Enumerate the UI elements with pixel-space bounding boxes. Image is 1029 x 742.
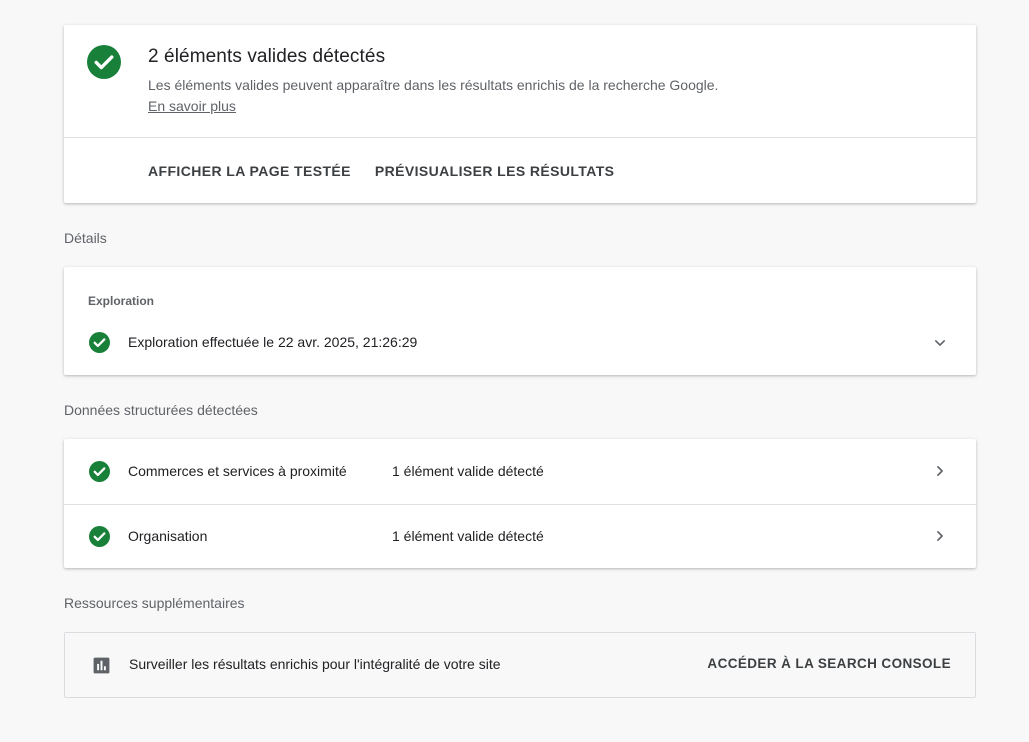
section-label-structured-data: Données structurées détectées	[64, 402, 258, 418]
view-tested-page-button[interactable]: AFFICHER LA PAGE TESTÉE	[148, 163, 351, 179]
structured-data-name: Commerces et services à proximité	[128, 463, 347, 479]
summary-card: 2 éléments valides détectés Les éléments…	[64, 25, 976, 203]
chevron-down-icon[interactable]	[930, 333, 950, 353]
summary-description: Les éléments valides peuvent apparaître …	[148, 75, 728, 116]
structured-data-status: 1 élément valide détecté	[392, 528, 544, 544]
check-circle-icon	[89, 526, 110, 547]
chevron-right-icon[interactable]	[930, 526, 950, 546]
check-circle-icon	[89, 332, 110, 353]
learn-more-link[interactable]: En savoir plus	[148, 98, 236, 114]
resources-card: Surveiller les résultats enrichis pour l…	[64, 632, 976, 698]
resources-text: Surveiller les résultats enrichis pour l…	[129, 656, 501, 672]
search-console-link[interactable]: ACCÉDER À LA SEARCH CONSOLE	[707, 656, 951, 671]
exploration-label: Exploration	[88, 294, 155, 308]
summary-description-text: Les éléments valides peuvent apparaître …	[148, 77, 719, 93]
structured-data-row[interactable]: Commerces et services à proximité 1 élém…	[64, 439, 976, 503]
structured-data-name: Organisation	[128, 528, 208, 544]
summary-title: 2 éléments valides détectés	[148, 46, 386, 67]
chevron-right-icon[interactable]	[930, 461, 950, 481]
section-label-details: Détails	[64, 230, 107, 246]
preview-results-button[interactable]: PRÉVISUALISER LES RÉSULTATS	[375, 163, 615, 179]
structured-data-card: Commerces et services à proximité 1 élém…	[64, 439, 976, 568]
check-circle-icon	[89, 461, 110, 482]
exploration-card[interactable]: Exploration Exploration effectuée le 22 …	[64, 267, 976, 375]
bar-chart-icon	[93, 657, 110, 674]
section-label-resources: Ressources supplémentaires	[64, 595, 245, 611]
structured-data-status: 1 élément valide détecté	[392, 463, 544, 479]
summary-header: 2 éléments valides détectés Les éléments…	[64, 25, 976, 138]
structured-data-row[interactable]: Organisation 1 élément valide détecté	[64, 504, 976, 568]
check-circle-icon	[87, 45, 121, 79]
summary-actions: AFFICHER LA PAGE TESTÉE PRÉVISUALISER LE…	[148, 138, 638, 203]
exploration-status: Exploration effectuée le 22 avr. 2025, 2…	[128, 334, 418, 350]
